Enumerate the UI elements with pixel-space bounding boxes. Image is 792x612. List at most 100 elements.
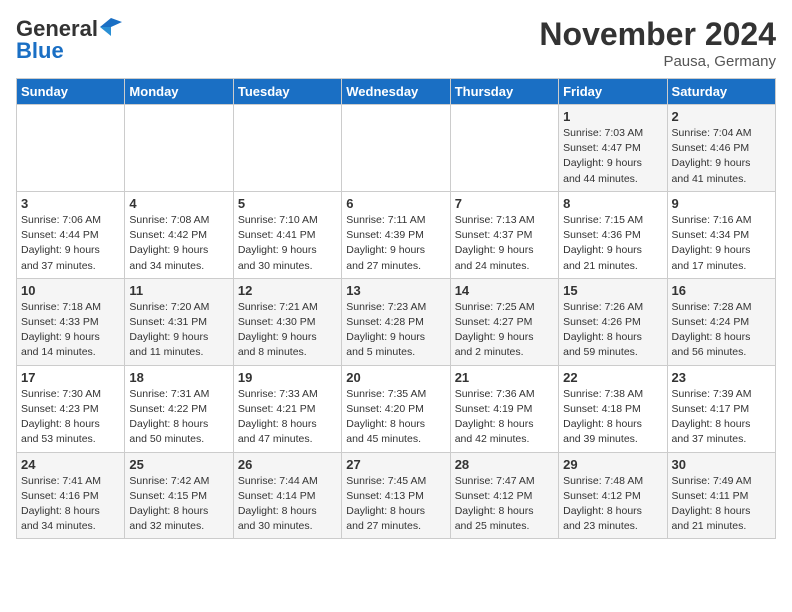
calendar-cell bbox=[125, 105, 233, 192]
day-number: 9 bbox=[672, 196, 771, 211]
day-info: Sunrise: 7:16 AMSunset: 4:34 PMDaylight:… bbox=[672, 213, 771, 274]
day-number: 24 bbox=[21, 457, 120, 472]
day-number: 8 bbox=[563, 196, 662, 211]
day-info: Sunrise: 7:26 AMSunset: 4:26 PMDaylight:… bbox=[563, 300, 662, 361]
calendar-cell: 23Sunrise: 7:39 AMSunset: 4:17 PMDayligh… bbox=[667, 365, 775, 452]
calendar-cell: 4 Sunrise: 7:08 AMSunset: 4:42 PMDaylight… bbox=[125, 191, 233, 278]
day-number: 28 bbox=[455, 457, 554, 472]
day-info: Sunrise: 7:20 AMSunset: 4:31 PMDaylight:… bbox=[129, 300, 228, 361]
day-info: Sunrise: 7:30 AMSunset: 4:23 PMDaylight:… bbox=[21, 387, 120, 448]
week-row-2: 3 Sunrise: 7:06 AMSunset: 4:44 PMDaylight… bbox=[17, 191, 776, 278]
day-info: Sunrise: 7:33 AMSunset: 4:21 PMDaylight:… bbox=[238, 387, 337, 448]
day-info: Sunrise: 7:03 AMSunset: 4:47 PMDaylight:… bbox=[563, 126, 662, 187]
calendar-cell: 28 Sunrise: 7:47 AMSunset: 4:12 PMDayligh… bbox=[450, 452, 558, 539]
day-info: Sunrise: 7:11 AMSunset: 4:39 PMDaylight:… bbox=[346, 213, 445, 274]
calendar-cell: 30Sunrise: 7:49 AMSunset: 4:11 PMDayligh… bbox=[667, 452, 775, 539]
day-number: 16 bbox=[672, 283, 771, 298]
calendar-cell bbox=[233, 105, 341, 192]
calendar-cell: 26 Sunrise: 7:44 AMSunset: 4:14 PMDayligh… bbox=[233, 452, 341, 539]
day-number: 12 bbox=[238, 283, 337, 298]
calendar-cell: 25 Sunrise: 7:42 AMSunset: 4:15 PMDayligh… bbox=[125, 452, 233, 539]
calendar-cell: 17 Sunrise: 7:30 AMSunset: 4:23 PMDayligh… bbox=[17, 365, 125, 452]
calendar-cell: 29 Sunrise: 7:48 AMSunset: 4:12 PMDayligh… bbox=[559, 452, 667, 539]
logo-bird-icon bbox=[100, 18, 122, 36]
day-number: 13 bbox=[346, 283, 445, 298]
calendar-cell: 21Sunrise: 7:36 AMSunset: 4:19 PMDayligh… bbox=[450, 365, 558, 452]
day-info: Sunrise: 7:35 AMSunset: 4:20 PMDaylight:… bbox=[346, 387, 445, 448]
day-number: 5 bbox=[238, 196, 337, 211]
calendar-cell: 10 Sunrise: 7:18 AMSunset: 4:33 PMDayligh… bbox=[17, 278, 125, 365]
day-number: 26 bbox=[238, 457, 337, 472]
day-number: 1 bbox=[563, 109, 662, 124]
calendar-cell: 18Sunrise: 7:31 AMSunset: 4:22 PMDayligh… bbox=[125, 365, 233, 452]
calendar-cell: 2 Sunrise: 7:04 AMSunset: 4:46 PMDaylight… bbox=[667, 105, 775, 192]
day-number: 25 bbox=[129, 457, 228, 472]
calendar-cell: 20Sunrise: 7:35 AMSunset: 4:20 PMDayligh… bbox=[342, 365, 450, 452]
calendar-cell: 12 Sunrise: 7:21 AMSunset: 4:30 PMDayligh… bbox=[233, 278, 341, 365]
day-info: Sunrise: 7:38 AMSunset: 4:18 PMDaylight:… bbox=[563, 387, 662, 448]
calendar-cell: 24 Sunrise: 7:41 AMSunset: 4:16 PMDayligh… bbox=[17, 452, 125, 539]
day-info: Sunrise: 7:18 AMSunset: 4:33 PMDaylight:… bbox=[21, 300, 120, 361]
day-info: Sunrise: 7:47 AMSunset: 4:12 PMDaylight:… bbox=[455, 474, 554, 535]
day-info: Sunrise: 7:25 AMSunset: 4:27 PMDaylight:… bbox=[455, 300, 554, 361]
day-info: Sunrise: 7:41 AMSunset: 4:16 PMDaylight:… bbox=[21, 474, 120, 535]
day-number: 14 bbox=[455, 283, 554, 298]
day-number: 2 bbox=[672, 109, 771, 124]
day-info: Sunrise: 7:06 AMSunset: 4:44 PMDaylight:… bbox=[21, 213, 120, 274]
calendar-cell: 5 Sunrise: 7:10 AMSunset: 4:41 PMDaylight… bbox=[233, 191, 341, 278]
calendar-cell: 15 Sunrise: 7:26 AMSunset: 4:26 PMDayligh… bbox=[559, 278, 667, 365]
weekday-header-wednesday: Wednesday bbox=[342, 79, 450, 105]
day-number: 30 bbox=[672, 457, 771, 472]
day-number: 10 bbox=[21, 283, 120, 298]
day-info: Sunrise: 7:42 AMSunset: 4:15 PMDaylight:… bbox=[129, 474, 228, 535]
day-number: 11 bbox=[129, 283, 228, 298]
day-info: Sunrise: 7:48 AMSunset: 4:12 PMDaylight:… bbox=[563, 474, 662, 535]
weekday-header-thursday: Thursday bbox=[450, 79, 558, 105]
day-info: Sunrise: 7:44 AMSunset: 4:14 PMDaylight:… bbox=[238, 474, 337, 535]
day-info: Sunrise: 7:04 AMSunset: 4:46 PMDaylight:… bbox=[672, 126, 771, 187]
calendar-cell: 19 Sunrise: 7:33 AMSunset: 4:21 PMDayligh… bbox=[233, 365, 341, 452]
calendar-cell: 7 Sunrise: 7:13 AMSunset: 4:37 PMDaylight… bbox=[450, 191, 558, 278]
day-number: 17 bbox=[21, 370, 120, 385]
calendar-cell: 8 Sunrise: 7:15 AMSunset: 4:36 PMDaylight… bbox=[559, 191, 667, 278]
logo-text-blue: Blue bbox=[16, 38, 64, 64]
day-info: Sunrise: 7:15 AMSunset: 4:36 PMDaylight:… bbox=[563, 213, 662, 274]
calendar-cell: 3 Sunrise: 7:06 AMSunset: 4:44 PMDaylight… bbox=[17, 191, 125, 278]
weekday-header-tuesday: Tuesday bbox=[233, 79, 341, 105]
day-number: 29 bbox=[563, 457, 662, 472]
calendar-cell bbox=[342, 105, 450, 192]
calendar-cell: 1 Sunrise: 7:03 AMSunset: 4:47 PMDaylight… bbox=[559, 105, 667, 192]
day-info: Sunrise: 7:21 AMSunset: 4:30 PMDaylight:… bbox=[238, 300, 337, 361]
calendar-cell bbox=[17, 105, 125, 192]
day-number: 27 bbox=[346, 457, 445, 472]
weekday-header-row: SundayMondayTuesdayWednesdayThursdayFrid… bbox=[17, 79, 776, 105]
calendar-cell: 16Sunrise: 7:28 AMSunset: 4:24 PMDayligh… bbox=[667, 278, 775, 365]
day-number: 7 bbox=[455, 196, 554, 211]
day-number: 3 bbox=[21, 196, 120, 211]
weekday-header-monday: Monday bbox=[125, 79, 233, 105]
day-info: Sunrise: 7:08 AMSunset: 4:42 PMDaylight:… bbox=[129, 213, 228, 274]
weekday-header-friday: Friday bbox=[559, 79, 667, 105]
calendar-table: SundayMondayTuesdayWednesdayThursdayFrid… bbox=[16, 78, 776, 539]
week-row-4: 17 Sunrise: 7:30 AMSunset: 4:23 PMDayligh… bbox=[17, 365, 776, 452]
week-row-1: 1 Sunrise: 7:03 AMSunset: 4:47 PMDaylight… bbox=[17, 105, 776, 192]
location-subtitle: Pausa, Germany bbox=[539, 53, 776, 70]
day-info: Sunrise: 7:10 AMSunset: 4:41 PMDaylight:… bbox=[238, 213, 337, 274]
month-title: November 2024 bbox=[539, 16, 776, 53]
page-header: General Blue November 2024 Pausa, German… bbox=[16, 16, 776, 70]
day-number: 4 bbox=[129, 196, 228, 211]
calendar-cell: 27 Sunrise: 7:45 AMSunset: 4:13 PMDayligh… bbox=[342, 452, 450, 539]
calendar-cell: 13 Sunrise: 7:23 AMSunset: 4:28 PMDayligh… bbox=[342, 278, 450, 365]
day-number: 15 bbox=[563, 283, 662, 298]
day-info: Sunrise: 7:23 AMSunset: 4:28 PMDaylight:… bbox=[346, 300, 445, 361]
day-info: Sunrise: 7:13 AMSunset: 4:37 PMDaylight:… bbox=[455, 213, 554, 274]
calendar-cell bbox=[450, 105, 558, 192]
calendar-cell: 9 Sunrise: 7:16 AMSunset: 4:34 PMDaylight… bbox=[667, 191, 775, 278]
weekday-header-saturday: Saturday bbox=[667, 79, 775, 105]
week-row-5: 24 Sunrise: 7:41 AMSunset: 4:16 PMDayligh… bbox=[17, 452, 776, 539]
day-number: 23 bbox=[672, 370, 771, 385]
day-info: Sunrise: 7:45 AMSunset: 4:13 PMDaylight:… bbox=[346, 474, 445, 535]
day-number: 19 bbox=[238, 370, 337, 385]
calendar-cell: 6Sunrise: 7:11 AMSunset: 4:39 PMDaylight… bbox=[342, 191, 450, 278]
calendar-cell: 22Sunrise: 7:38 AMSunset: 4:18 PMDayligh… bbox=[559, 365, 667, 452]
